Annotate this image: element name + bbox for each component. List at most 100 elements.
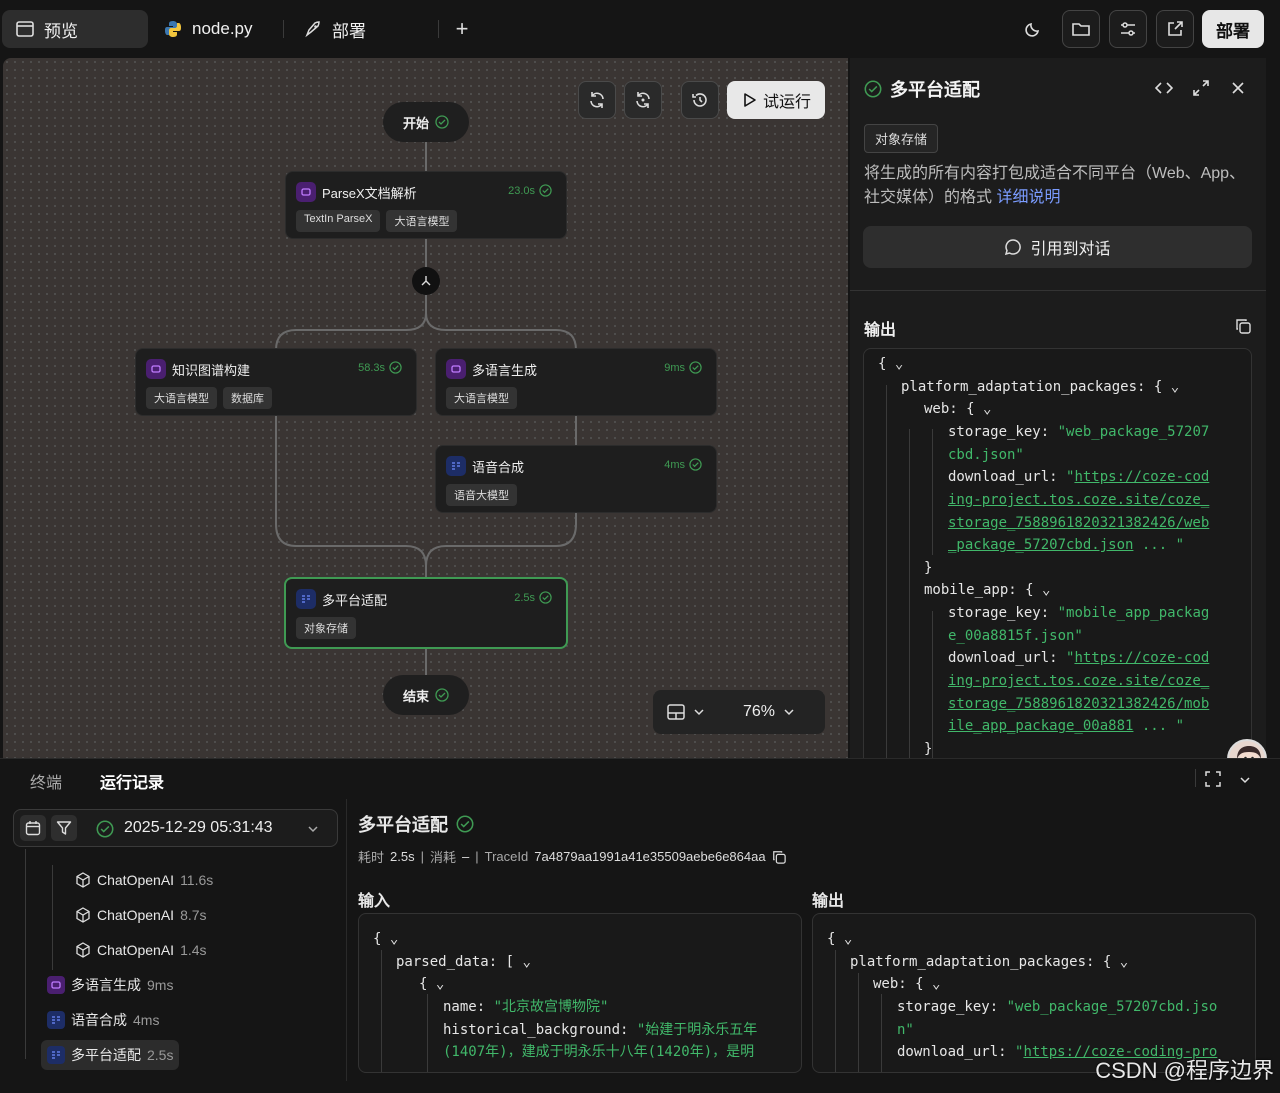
tab-node-py[interactable]: node.py [150, 10, 267, 48]
zoom-level[interactable]: 76% [743, 703, 775, 721]
window-icon [16, 21, 34, 37]
tree-item-multiplatform[interactable]: 多平台适配 2.5s [41, 1040, 180, 1070]
sliders-icon [1121, 22, 1135, 36]
json-link[interactable]: ing-project.tos.coze.site/coze_ [948, 670, 1209, 693]
start-node[interactable]: 开始 [383, 102, 469, 142]
tree-item-tts[interactable]: 语音合成 4ms [41, 1005, 165, 1035]
cite-to-chat-button[interactable]: 引用到对话 [863, 226, 1252, 268]
fullscreen-button[interactable] [1205, 771, 1221, 792]
json-link[interactable]: ing-project.tos.coze.site/coze_ [948, 489, 1209, 512]
json-line: cbd.json" [948, 447, 1024, 463]
json-line: parsed_data: [ ⌄ [396, 954, 531, 970]
output-json-viewer[interactable]: { ⌄ platform_adaptation_packages: { ⌄ we… [812, 913, 1256, 1073]
output-json-viewer[interactable]: { ⌄ platform_adaptation_packages: { ⌄ we… [863, 348, 1252, 758]
json-line: ile_app_package_00a881 ... " [948, 718, 1185, 734]
json-line: _package_57207cbd.json ... " [948, 537, 1185, 553]
workflow-node-tts[interactable]: 语音合成 4ms 语音大模型 [435, 445, 717, 513]
tree-item-duration: 1.4s [180, 942, 207, 958]
tree-item-chatopenai[interactable]: ChatOpenAI 1.4s [69, 935, 213, 965]
test-run-button[interactable]: 试运行 [727, 81, 825, 119]
indent-guide [381, 950, 382, 1072]
end-node[interactable]: 结束 [383, 675, 469, 715]
input-json-viewer[interactable]: { ⌄ parsed_data: [ ⌄ { ⌄ name: "北京故宫博物院"… [358, 913, 802, 1073]
tab-node-py-label: node.py [192, 19, 253, 38]
filter-button[interactable] [51, 815, 77, 841]
sync-button[interactable] [624, 81, 662, 119]
workflow-canvas[interactable]: 试运行 开始 ParseX文档解析 23.0s TextIn ParseX 大语… [3, 58, 848, 758]
run-selector[interactable]: 2025-12-29 05:31:43 [13, 809, 338, 847]
tab-preview[interactable]: 预览 [2, 10, 148, 48]
check-circle-icon [456, 815, 474, 833]
tree-item-chatopenai[interactable]: ChatOpenAI 11.6s [69, 865, 219, 895]
open-external-button[interactable] [1156, 10, 1194, 48]
tab-terminal[interactable]: 终端 [30, 769, 62, 793]
tree-item-multilang[interactable]: 多语言生成 9ms [41, 970, 179, 1000]
output-heading: 输出 [812, 893, 845, 910]
node-tags: 对象存储 [296, 617, 356, 639]
tree-item-label: ChatOpenAI [97, 872, 175, 888]
chevron-down-icon[interactable] [783, 706, 795, 718]
tab-divider [283, 20, 284, 38]
moon-icon [1025, 22, 1040, 37]
copy-icon [1236, 319, 1251, 334]
node-tags: TextIn ParseX 大语言模型 [296, 210, 458, 232]
tree-guide [25, 849, 26, 1059]
chevron-down-icon [1240, 777, 1250, 784]
json-line: storage_key: "mobile_app_packag [948, 605, 1210, 621]
tab-divider [438, 20, 439, 38]
chevron-down-icon[interactable] [693, 706, 705, 718]
close-panel-button[interactable] [1228, 78, 1248, 98]
tree-item-label: 多语言生成 [71, 977, 141, 993]
deploy-button[interactable]: 部署 [1202, 10, 1264, 48]
calendar-button[interactable] [20, 815, 46, 841]
copy-output-button[interactable] [1235, 318, 1251, 339]
python-icon [165, 21, 181, 37]
run-detail: 多平台适配 耗时 2.5s | 消耗 – | TraceId 7a4879aa1991… [347, 799, 1280, 1081]
refresh-button[interactable] [578, 81, 616, 119]
cube-icon [76, 872, 90, 888]
json-line: (1407年)，建成于明永乐十八年(1420年)，是明 [443, 1044, 755, 1060]
json-brace: } [924, 741, 933, 757]
check-circle-icon [864, 80, 882, 98]
tab-run-records[interactable]: 运行记录 [100, 769, 164, 793]
node-tag: TextIn ParseX [296, 210, 381, 232]
tab-preview-label: 预览 [44, 21, 78, 41]
check-circle-icon [389, 361, 402, 374]
detail-link[interactable]: 详细说明 [996, 189, 1060, 206]
node-tag: 对象存储 [296, 617, 356, 639]
layout-icon[interactable] [667, 704, 685, 720]
check-circle-icon [539, 184, 552, 197]
tab-deploy[interactable]: 部署 [290, 10, 380, 48]
json-brace: { ⌄ [373, 931, 399, 947]
json-line: e_00a8815f.json" [948, 628, 1083, 644]
expand-button[interactable] [1191, 78, 1211, 98]
workflow-node-knowledge-graph[interactable]: 知识图谱构建 58.3s 大语言模型 数据库 [135, 348, 417, 416]
copy-icon[interactable] [772, 850, 786, 864]
folder-icon [1072, 23, 1090, 36]
branch-icon[interactable] [412, 267, 440, 295]
workflow-node-parsex[interactable]: ParseX文档解析 23.0s TextIn ParseX 大语言模型 [285, 171, 567, 239]
code-view-button[interactable] [1154, 78, 1174, 98]
history-button[interactable] [681, 81, 719, 119]
indent-guide [909, 429, 910, 758]
json-brace: { ⌄ [419, 976, 445, 992]
node-type-icon [296, 182, 316, 202]
add-tab-button[interactable]: + [443, 10, 481, 48]
node-detail-panel: 多平台适配 对象存储 将生成的所有内容打包成适合不同平台（Web、App、社交媒… [850, 58, 1266, 758]
tree-item-duration: 9ms [147, 977, 174, 993]
watermark: CSDN @程序边界 [1095, 1058, 1274, 1083]
workflow-node-multilang[interactable]: 多语言生成 9ms 大语言模型 [435, 348, 717, 416]
collapse-button[interactable] [1239, 773, 1251, 791]
check-circle-icon [435, 115, 449, 129]
json-link[interactable]: storage_7588961820321382426/mob [948, 693, 1209, 716]
panel-title: 多平台适配 [864, 76, 980, 102]
test-run-label: 试运行 [762, 94, 811, 111]
tree-item-chatopenai[interactable]: ChatOpenAI 8.7s [69, 900, 213, 930]
trace-id: 7a4879aa1991a41e35509aebe6e864aa [534, 849, 766, 864]
folder-button[interactable] [1062, 10, 1100, 48]
cite-label: 引用到对话 [1030, 241, 1111, 258]
workflow-node-multiplatform[interactable]: 多平台适配 2.5s 对象存储 [284, 577, 568, 649]
theme-toggle-button[interactable] [1014, 10, 1052, 48]
settings-button[interactable] [1109, 10, 1147, 48]
json-link[interactable]: storage_7588961820321382426/web [948, 512, 1209, 535]
